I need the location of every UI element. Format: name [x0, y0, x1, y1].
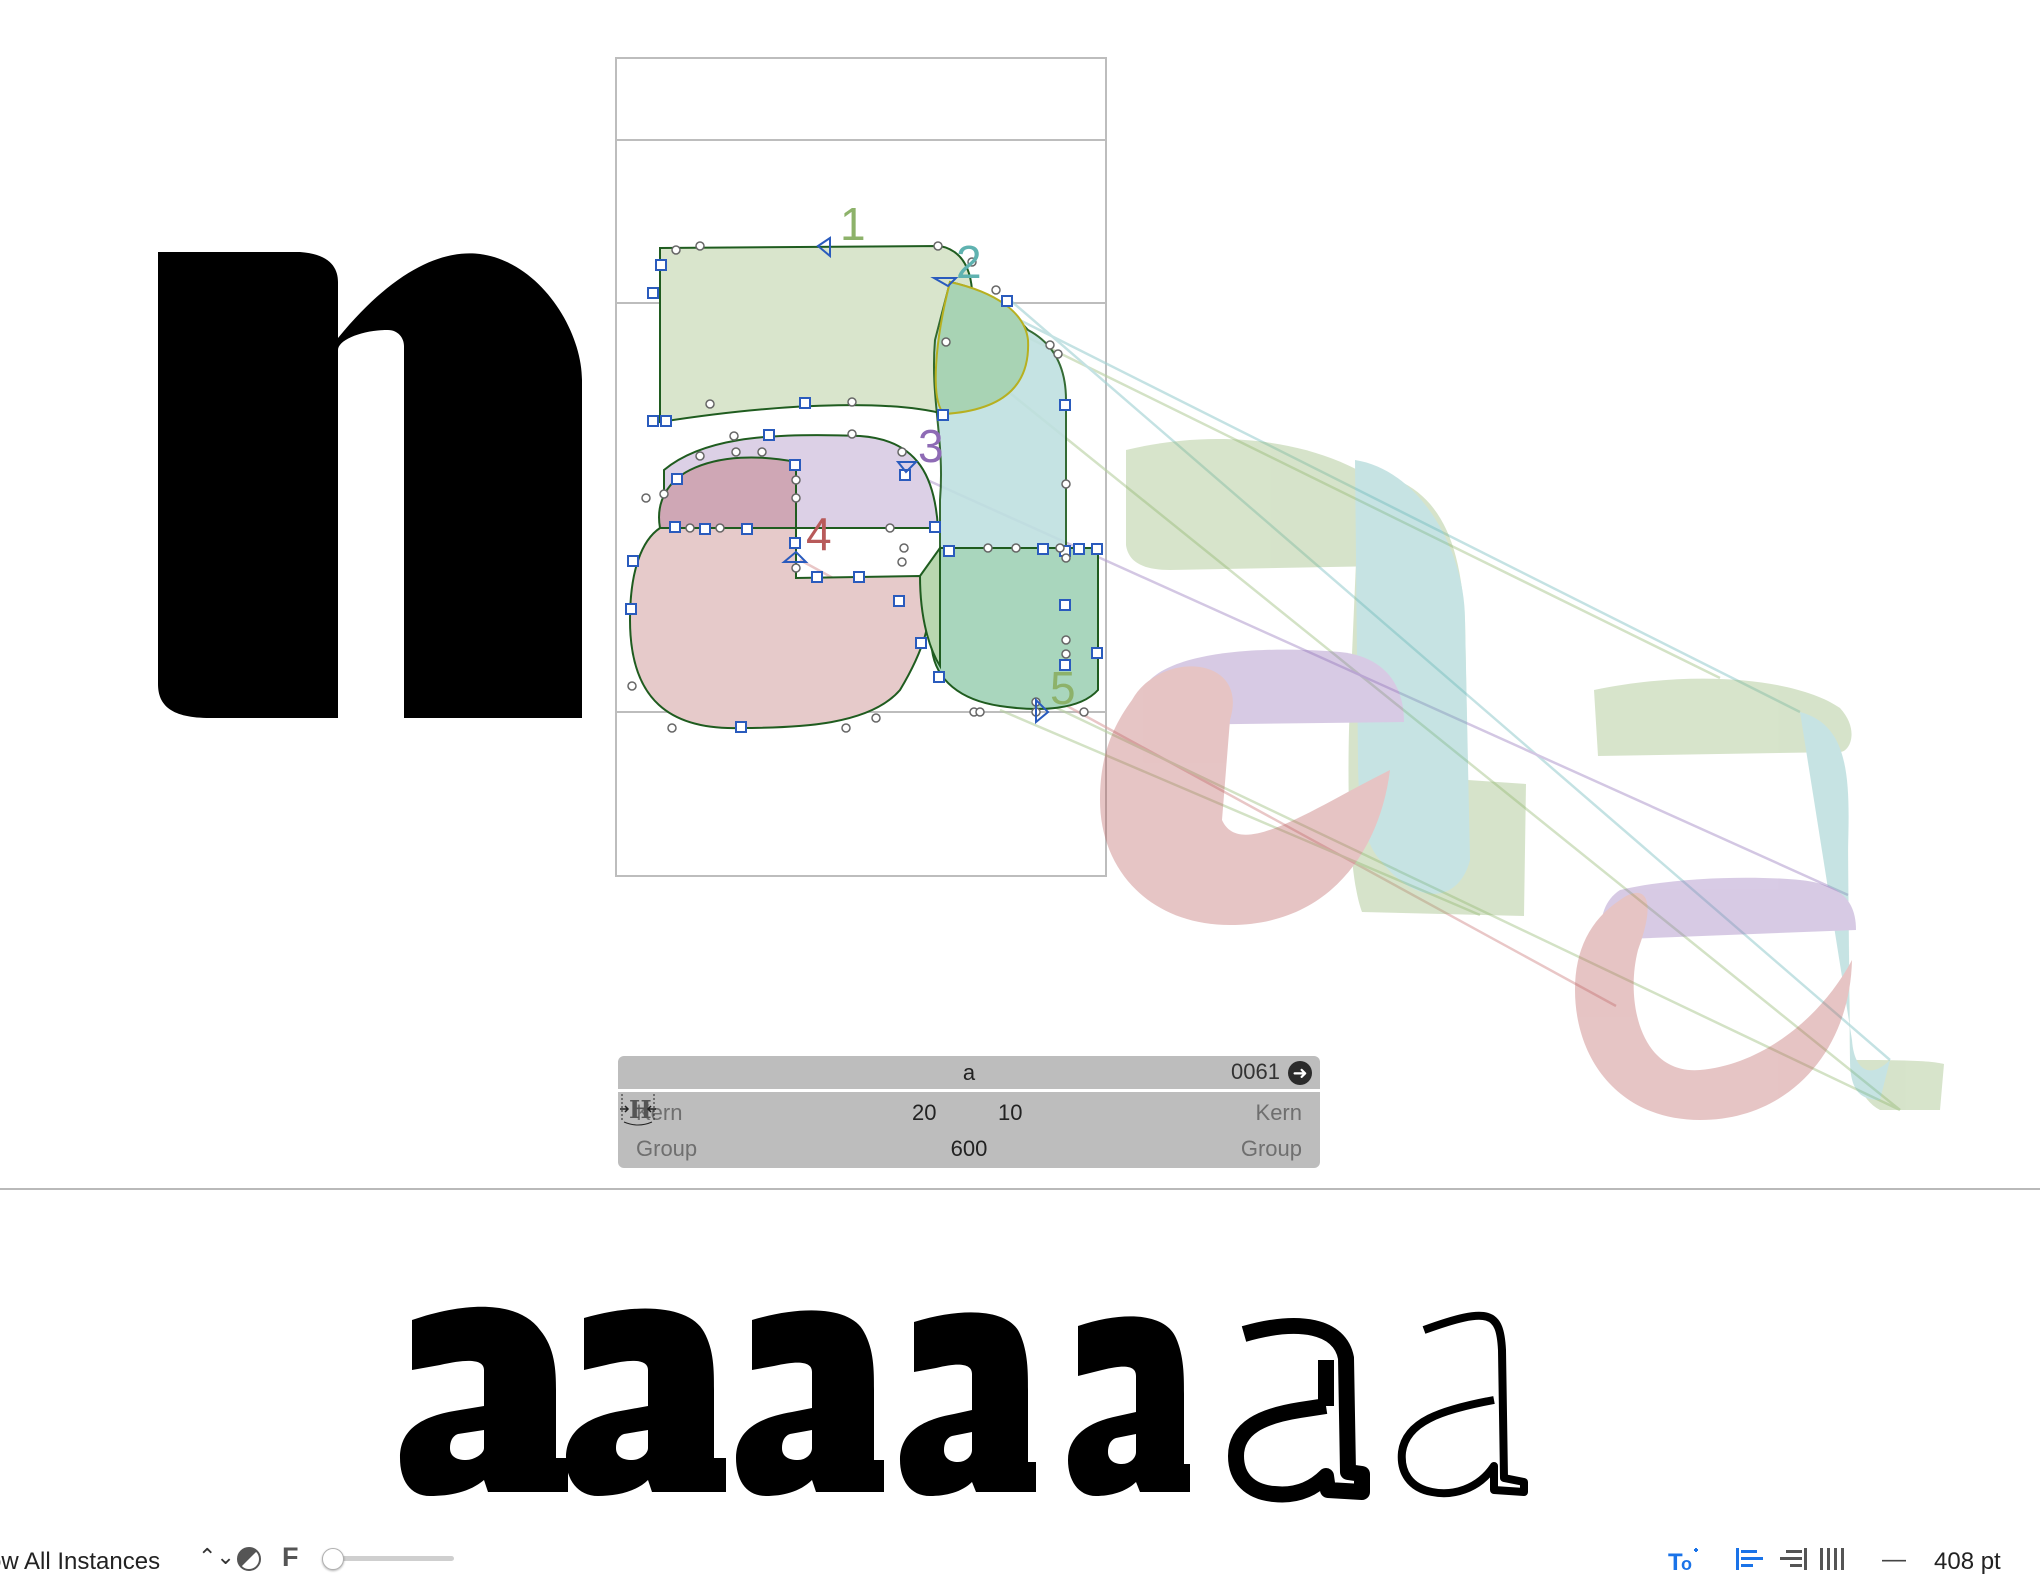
- preview-glyph-a-7: [1397, 1311, 1528, 1498]
- contrast-icon[interactable]: [236, 1546, 262, 1572]
- align-left-icon[interactable]: [1734, 1546, 1768, 1572]
- preview-glyph-a-5: [1068, 1316, 1190, 1496]
- sidebearing-lock-icon[interactable]: H: [618, 1092, 658, 1126]
- svg-text:o: o: [1681, 1554, 1692, 1572]
- editable-paths[interactable]: [628, 244, 1099, 730]
- right-sidebearing-value[interactable]: 10: [998, 1100, 1022, 1126]
- glyph-edit-view[interactable]: 1 2 3 4 5 a 0061 ➜ Kern Kern Group Group…: [0, 0, 2040, 1188]
- instance-preview: [0, 1190, 2040, 1520]
- glyph-info-header: a 0061 ➜: [618, 1056, 1320, 1089]
- right-kern-label[interactable]: Kern: [1256, 1100, 1302, 1126]
- ghost-glyph-right: [1575, 678, 1944, 1120]
- go-to-glyph-arrow-icon[interactable]: ➜: [1288, 1061, 1312, 1085]
- preview-glyphs: [400, 1306, 1528, 1503]
- left-sidebearing-value[interactable]: 20: [912, 1100, 936, 1126]
- font-toggle[interactable]: F: [282, 1542, 299, 1573]
- ghost-glyph-middle: [1100, 439, 1526, 925]
- path-4-body: [628, 527, 931, 730]
- glyph-info-panel: a 0061 ➜ Kern Kern Group Group 20 H 10 6…: [618, 1056, 1320, 1168]
- preview-glyph-a-1: [400, 1306, 568, 1496]
- justify-icon[interactable]: [1818, 1546, 1852, 1572]
- text-tool-icon[interactable]: T o: [1668, 1546, 1702, 1572]
- glyph-n-shape: [158, 252, 582, 718]
- unicode-value[interactable]: 0061: [1231, 1059, 1280, 1085]
- path-number-1: 1: [840, 198, 866, 250]
- preview-glyph-a-2: [566, 1308, 726, 1496]
- glyph-canvas[interactable]: 1 2 3 4 5: [0, 0, 2040, 1188]
- path-1-shape: [659, 244, 974, 424]
- glyph-name[interactable]: a: [618, 1060, 1320, 1086]
- path-number-4: 4: [806, 508, 832, 560]
- instances-popup[interactable]: ow All Instances: [0, 1548, 160, 1576]
- popup-chevrons-icon[interactable]: ⌃⌄: [198, 1544, 235, 1570]
- preview-glyph-a-3: [736, 1310, 884, 1496]
- bottom-toolbar: ow All Instances ⌃⌄ F T o — 408 pt: [0, 1528, 2040, 1575]
- path-number-5: 5: [1050, 662, 1076, 714]
- glyph-metrics-row: Kern Kern Group Group 20 H 10 600: [618, 1092, 1320, 1168]
- align-right-icon[interactable]: [1776, 1546, 1810, 1572]
- preview-slider-knob[interactable]: [322, 1548, 344, 1570]
- preview-glyph-a-6: [1228, 1318, 1370, 1503]
- font-size-field[interactable]: 408 pt: [1934, 1548, 2001, 1576]
- path-number-2: 2: [956, 236, 982, 288]
- preview-glyph-a-4: [900, 1312, 1036, 1496]
- path-number-3: 3: [918, 420, 944, 472]
- glyph-width-value[interactable]: 600: [618, 1136, 1320, 1162]
